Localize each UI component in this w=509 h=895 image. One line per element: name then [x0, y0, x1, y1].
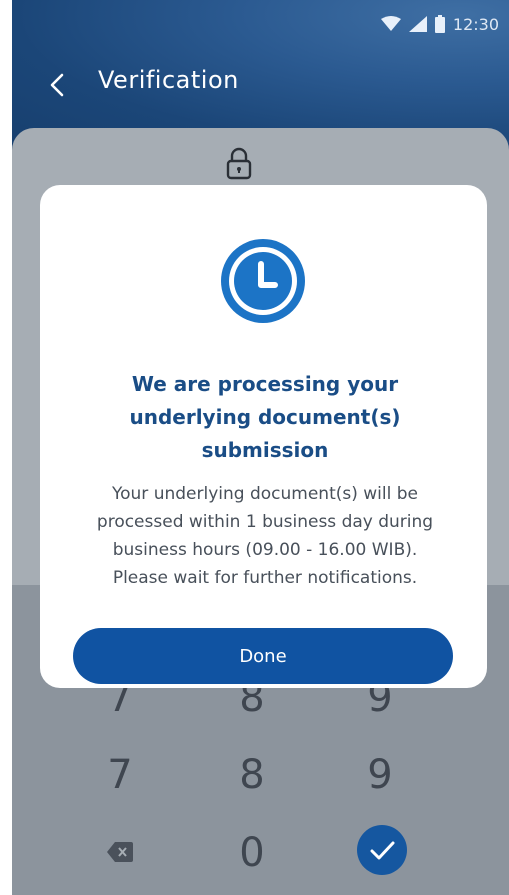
dialog-message: Your underlying document(s) will be proc…	[70, 480, 460, 592]
dialog-message-line: Your underlying document(s) will be	[112, 484, 418, 504]
battery-icon	[434, 15, 445, 33]
done-button[interactable]: Done	[73, 628, 453, 684]
dialog-title-line: underlying document(s)	[129, 405, 401, 429]
dialog-title-line: We are processing your	[131, 372, 399, 396]
status-bar: 12:30	[380, 12, 499, 36]
dialog-title: We are processing your underlying docume…	[70, 368, 460, 467]
dialog-message-line: business hours (09.00 - 16.00 WIB).	[112, 540, 418, 560]
page-title: Verification	[98, 66, 239, 94]
submit-pin-button[interactable]	[357, 825, 407, 875]
wifi-icon	[380, 16, 401, 31]
clock-icon	[221, 239, 305, 323]
dialog-title-line: submission	[201, 438, 329, 462]
keypad-key-8[interactable]: 8	[222, 752, 282, 798]
lock-icon	[226, 147, 252, 180]
dialog-message-line: Please wait for further notifications.	[112, 568, 418, 588]
keypad-key-9[interactable]: 9	[350, 752, 410, 798]
dialog-message-line: processed within 1 business day during	[96, 512, 434, 532]
keypad-key-7[interactable]: 7	[90, 752, 150, 798]
back-arrow-icon[interactable]	[42, 70, 72, 100]
check-icon	[370, 841, 395, 860]
status-time: 12:30	[452, 14, 499, 34]
signal-icon	[408, 16, 427, 32]
keypad-key-0[interactable]: 0	[222, 830, 282, 876]
backspace-icon[interactable]	[107, 842, 133, 862]
